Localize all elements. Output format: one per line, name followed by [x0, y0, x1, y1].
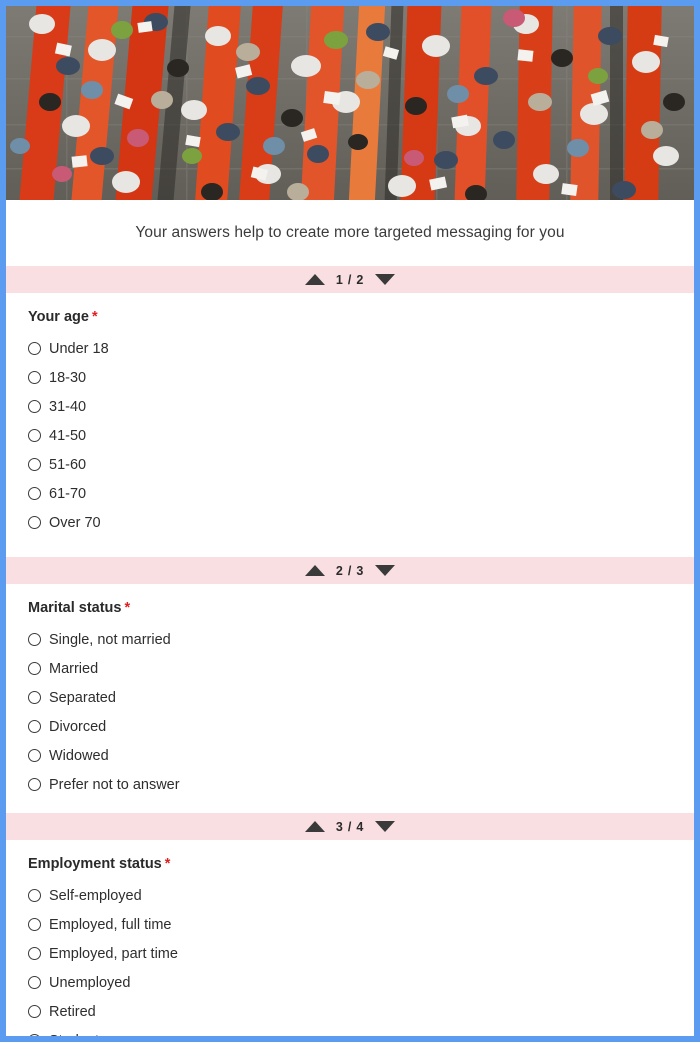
option-row[interactable]: Unemployed: [28, 968, 694, 997]
required-marker: *: [91, 309, 98, 325]
required-marker: *: [124, 600, 131, 616]
pager-count-1: 1 / 2: [335, 272, 365, 287]
option-row[interactable]: Separated: [28, 683, 694, 712]
option-row[interactable]: Self-employed: [28, 881, 694, 910]
option-label: Self-employed: [49, 887, 142, 904]
option-label: Retired: [49, 1003, 96, 1020]
question-title-marital-status-text: Marital status: [28, 600, 122, 616]
option-label: Widowed: [49, 747, 109, 764]
option-label: 31-40: [49, 398, 87, 415]
option-row[interactable]: 51-60: [28, 450, 694, 479]
radio-icon[interactable]: [28, 429, 41, 442]
triangle-down-icon[interactable]: [375, 565, 396, 576]
question-title-employment-status-text: Employment status: [28, 856, 162, 872]
radio-icon[interactable]: [28, 516, 41, 529]
survey-page: Your answers help to create more targete…: [0, 0, 700, 1042]
option-row[interactable]: Student: [28, 1026, 694, 1036]
triangle-up-icon[interactable]: [304, 565, 325, 576]
pager-count-3: 3 / 4: [335, 819, 365, 834]
option-row[interactable]: 31-40: [28, 392, 694, 421]
question-title-marital-status: Marital status *: [28, 600, 694, 616]
option-row[interactable]: Divorced: [28, 712, 694, 741]
triangle-down-icon[interactable]: [375, 274, 396, 285]
radio-icon[interactable]: [28, 662, 41, 675]
question-title-age: Your age *: [28, 309, 694, 325]
option-label: Under 18: [49, 340, 109, 357]
radio-icon[interactable]: [28, 918, 41, 931]
question-block-employment-status: Employment status * Self-employed Employe…: [6, 840, 694, 1036]
radio-icon[interactable]: [28, 749, 41, 762]
pager-bar-1[interactable]: 1 / 2: [6, 266, 694, 293]
triangle-down-icon[interactable]: [375, 821, 396, 832]
radio-icon[interactable]: [28, 371, 41, 384]
triangle-up-icon[interactable]: [304, 274, 325, 285]
option-label: Unemployed: [49, 974, 131, 991]
section-spacer: [6, 547, 694, 557]
radio-icon[interactable]: [28, 458, 41, 471]
triangle-up-icon[interactable]: [304, 821, 325, 832]
radio-icon[interactable]: [28, 778, 41, 791]
radio-icon[interactable]: [28, 400, 41, 413]
intro-banner: Your answers help to create more targete…: [6, 200, 694, 266]
radio-icon[interactable]: [28, 889, 41, 902]
option-label: 61-70: [49, 485, 87, 502]
radio-icon[interactable]: [28, 720, 41, 733]
option-row[interactable]: 41-50: [28, 421, 694, 450]
option-label: Student: [49, 1033, 99, 1037]
option-row[interactable]: 61-70: [28, 479, 694, 508]
option-row[interactable]: Retired: [28, 997, 694, 1026]
pager-count-2: 2 / 3: [335, 563, 365, 578]
question-title-employment-status: Employment status *: [28, 856, 694, 872]
option-label: Employed, part time: [49, 945, 178, 962]
radio-icon[interactable]: [28, 947, 41, 960]
question-block-age: Your age * Under 18 18-30 31-40 41-50 51-…: [6, 293, 694, 547]
radio-icon[interactable]: [28, 487, 41, 500]
option-label: Over 70: [49, 514, 101, 531]
pager-bar-2[interactable]: 2 / 3: [6, 557, 694, 584]
option-label: Divorced: [49, 718, 107, 735]
radio-icon[interactable]: [28, 633, 41, 646]
option-row[interactable]: Widowed: [28, 741, 694, 770]
option-label: 51-60: [49, 456, 87, 473]
option-label: Separated: [49, 689, 116, 706]
option-row[interactable]: Over 70: [28, 508, 694, 537]
aerial-photo-crowd-orange-tables-icon: [6, 6, 694, 200]
option-row[interactable]: 18-30: [28, 363, 694, 392]
required-marker: *: [164, 856, 171, 872]
radio-icon[interactable]: [28, 342, 41, 355]
intro-text: Your answers help to create more targete…: [135, 224, 565, 241]
option-label: 41-50: [49, 427, 87, 444]
option-row[interactable]: Under 18: [28, 334, 694, 363]
radio-icon[interactable]: [28, 976, 41, 989]
question-block-marital-status: Marital status * Single, not married Marr…: [6, 584, 694, 809]
option-label: 18-30: [49, 369, 87, 386]
survey-inner: Your answers help to create more targete…: [6, 6, 694, 1036]
hero-image: [6, 6, 694, 200]
option-label: Married: [49, 660, 99, 677]
option-label: Prefer not to answer: [49, 776, 180, 793]
radio-icon[interactable]: [28, 691, 41, 704]
option-row[interactable]: Single, not married: [28, 625, 694, 654]
question-title-age-text: Your age: [28, 309, 89, 325]
option-row[interactable]: Married: [28, 654, 694, 683]
option-row[interactable]: Prefer not to answer: [28, 770, 694, 799]
pager-bar-3[interactable]: 3 / 4: [6, 813, 694, 840]
option-row[interactable]: Employed, full time: [28, 910, 694, 939]
option-label: Employed, full time: [49, 916, 172, 933]
radio-icon[interactable]: [28, 1034, 41, 1036]
option-label: Single, not married: [49, 631, 171, 648]
radio-icon[interactable]: [28, 1005, 41, 1018]
option-row[interactable]: Employed, part time: [28, 939, 694, 968]
